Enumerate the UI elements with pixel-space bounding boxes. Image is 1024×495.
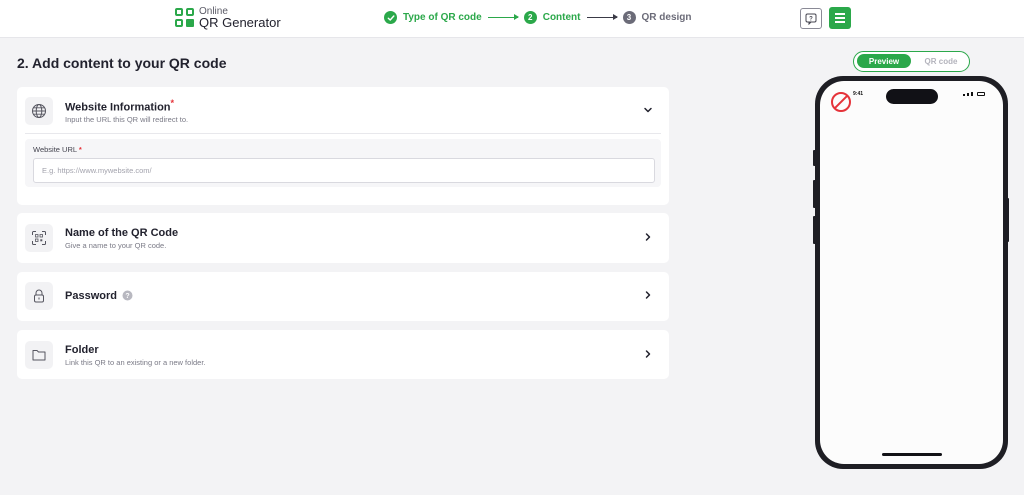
qr-name-title: Name of the QR Code xyxy=(65,227,179,239)
chevron-right-icon xyxy=(645,233,651,241)
folder-card[interactable]: Folder Link this QR to an existing or a … xyxy=(17,330,669,379)
divider xyxy=(25,133,661,134)
qr-code-tab[interactable]: QR code xyxy=(914,54,968,68)
no-sign-icon xyxy=(831,92,851,112)
help-button[interactable]: ? xyxy=(800,8,822,29)
status-time: 9:41 xyxy=(853,91,864,97)
step-label: Content xyxy=(542,12,581,23)
step-label: QR design xyxy=(641,12,692,23)
website-information-title: Website Information* xyxy=(65,98,175,114)
qr-name-card[interactable]: Name of the QR Code Give a name to your … xyxy=(17,213,669,263)
lock-icon xyxy=(25,282,53,310)
svg-text:?: ? xyxy=(809,16,813,22)
signal-icon xyxy=(963,92,985,96)
chevron-right-icon xyxy=(645,291,651,299)
step-label: Type of QR code xyxy=(403,12,482,23)
folder-title: Folder xyxy=(65,344,99,356)
website-url-label: Website URL * xyxy=(33,145,82,154)
step-number: 3 xyxy=(622,11,636,24)
step-content[interactable]: 2 Content xyxy=(523,11,581,24)
home-indicator xyxy=(882,453,942,456)
page-title: 2. Add content to your QR code xyxy=(17,55,227,71)
preview-tab[interactable]: Preview xyxy=(857,54,911,68)
qr-logo-icon xyxy=(175,8,195,28)
step-qr-design[interactable]: 3 QR design xyxy=(622,11,692,24)
hamburger-icon xyxy=(835,13,845,15)
phone-screen: 9:41 xyxy=(820,81,1003,464)
chevron-down-icon[interactable] xyxy=(643,105,653,115)
menu-button[interactable] xyxy=(829,7,851,29)
qr-name-subtitle: Give a name to your QR code. xyxy=(65,241,167,250)
globe-icon xyxy=(25,97,53,125)
password-title: Password ? xyxy=(65,290,133,302)
website-information-subtitle: Input the URL this QR will redirect to. xyxy=(65,115,189,124)
help-chat-icon: ? xyxy=(805,13,817,25)
website-information-card: Website Information* Input the URL this … xyxy=(17,87,669,205)
preview-toggle: Preview QR code xyxy=(853,51,970,72)
phone-preview: 9:41 xyxy=(815,76,1008,469)
folder-subtitle: Link this QR to an existing or a new fol… xyxy=(65,358,206,367)
question-icon[interactable]: ? xyxy=(122,290,133,301)
step-number: 2 xyxy=(523,11,537,24)
dynamic-island xyxy=(886,89,938,104)
arrow-right-icon xyxy=(586,14,618,20)
check-icon xyxy=(384,11,397,24)
website-url-input[interactable] xyxy=(33,158,655,183)
required-mark: * xyxy=(78,145,82,154)
logo-text-bottom: QR Generator xyxy=(199,15,281,30)
step-type-of-qr-code[interactable]: Type of QR code xyxy=(384,11,482,24)
arrow-right-icon xyxy=(487,14,519,20)
chevron-right-icon xyxy=(645,350,651,358)
step-progress: Type of QR code 2 Content 3 QR design xyxy=(384,11,692,24)
folder-icon xyxy=(25,341,53,369)
required-mark: * xyxy=(170,98,175,108)
password-card[interactable]: Password ? xyxy=(17,272,669,321)
battery-icon xyxy=(977,92,985,96)
logo[interactable]: Online QR Generator xyxy=(175,7,281,29)
scan-frame-icon xyxy=(25,224,53,252)
top-header: Online QR Generator Type of QR code 2 Co… xyxy=(0,0,1024,38)
website-url-group: Website URL * xyxy=(25,139,661,187)
svg-text:?: ? xyxy=(125,293,129,300)
